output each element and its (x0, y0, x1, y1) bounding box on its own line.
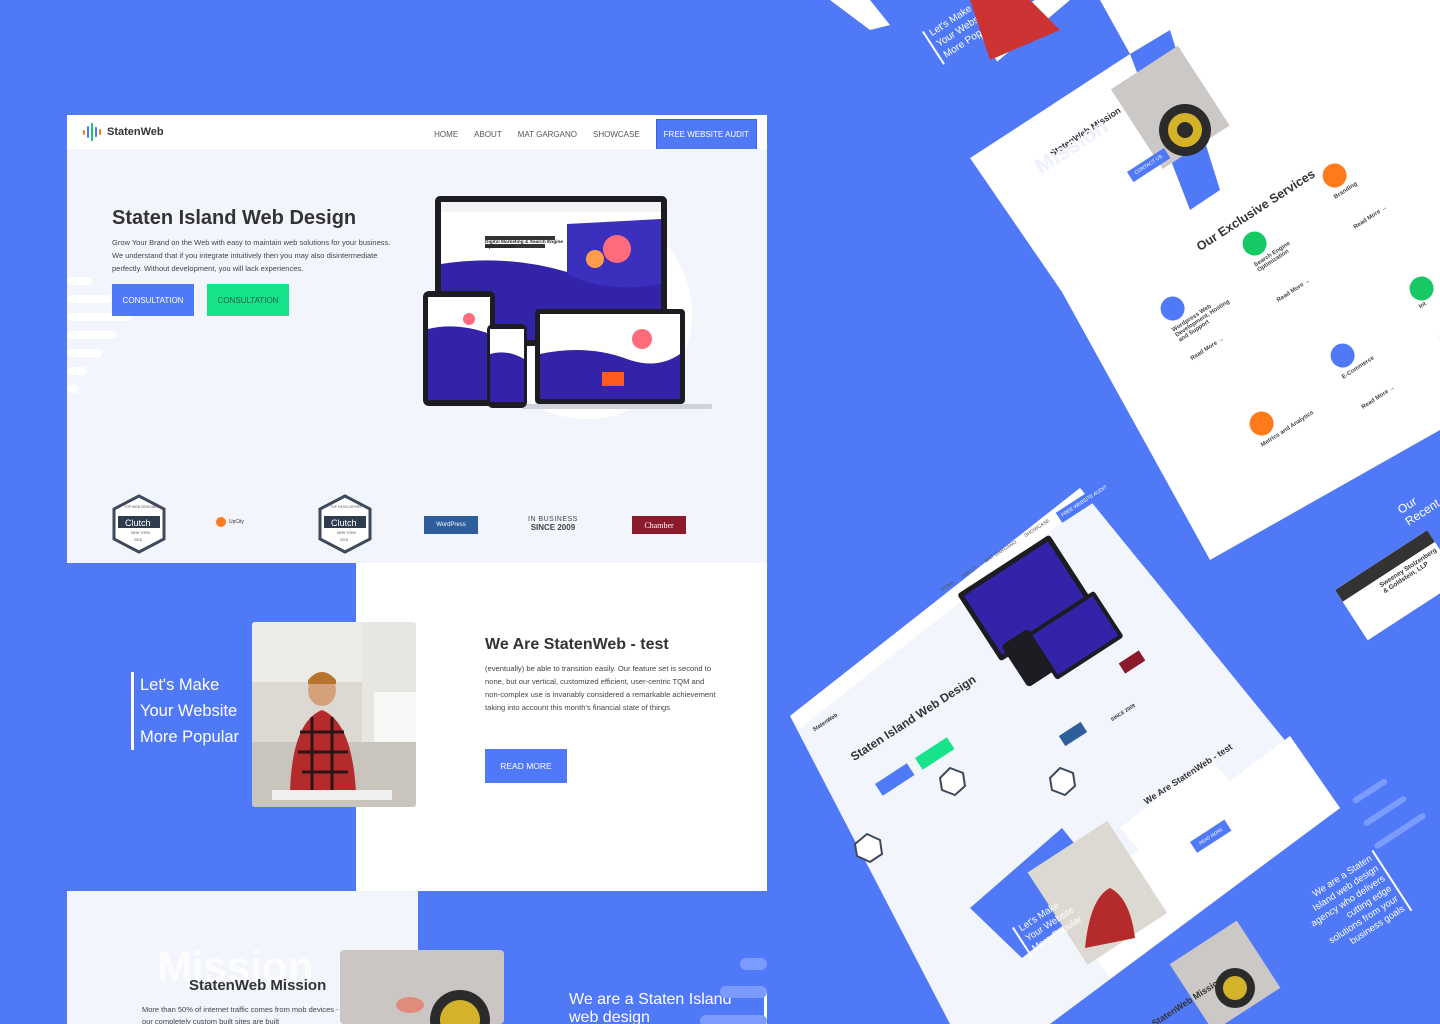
consultation-button-blue[interactable]: CONSULTATION (112, 284, 194, 316)
deco-dash (67, 295, 112, 303)
in-business-badge: IN BUSINESS SINCE 2009 (528, 516, 578, 532)
nav-mat-gargano[interactable]: MAT GARGANO (518, 130, 577, 139)
deco-dash (67, 277, 92, 285)
nav-menu: HOME ABOUT MAT GARGANO SHOWCASE FREE WEB… (434, 119, 757, 150)
clutch-badge-1: TOP WEB DESIGNERS Clutch NEW YORK 2018 (112, 494, 166, 554)
deco-dash (740, 958, 767, 970)
brand-logo[interactable]: StatenWeb (83, 123, 164, 141)
mockup-headline: Digital Marketing & Search Engine Optimi… (485, 240, 564, 250)
deco-dash (67, 385, 79, 393)
free-website-audit-button[interactable]: FREE WEBSITE AUDIT (655, 119, 757, 150)
mission-description: More than 50% of internet traffic comes … (142, 1005, 339, 1024)
office-man-photo (252, 622, 416, 807)
hero-section: Staten Island Web Design Grow Your Brand… (67, 149, 767, 563)
about-description: (eventually) be able to transition easil… (485, 664, 716, 712)
read-more-button[interactable]: READ MORE (485, 749, 567, 783)
nav-home[interactable]: HOME (434, 130, 458, 139)
top-right-page-shapes (830, 0, 1440, 560)
logo-bars-icon (83, 123, 101, 141)
website-mockup: StatenWeb HOME ABOUT MAT GARGANO SHOWCAS… (67, 115, 767, 1024)
nav-about[interactable]: ABOUT (474, 130, 502, 139)
hero-description: Grow Your Brand on the Web with easy to … (112, 238, 391, 273)
upcity-badge: UpCity (216, 517, 244, 527)
devices-mockup-image (423, 196, 712, 419)
deco-dash (720, 986, 767, 998)
clutch-badge-2: TOP DEVELOPERS Clutch NEW YORK 2018 (318, 494, 372, 554)
about-title: We Are StatenWeb - test (485, 636, 669, 653)
brand-name: StatenWeb (107, 126, 164, 138)
top-navbar: StatenWeb HOME ABOUT MAT GARGANO SHOWCAS… (67, 115, 767, 150)
deco-dash (67, 367, 87, 375)
website-popular-quote: Let's Make Your Website More Popular (131, 672, 239, 750)
deco-dash (67, 331, 117, 339)
dartboard-photo (340, 950, 504, 1024)
deco-dash (67, 349, 102, 357)
nav-showcase[interactable]: SHOWCASE (593, 130, 640, 139)
badges-row: TOP WEB DESIGNERS Clutch NEW YORK 2018 U… (112, 494, 712, 554)
about-right-panel (356, 563, 767, 891)
chamber-badge: Chamber (632, 516, 686, 534)
consultation-button-green[interactable]: CONSULTATION (207, 284, 289, 316)
wordpress-badge: WordPress (424, 516, 478, 534)
mission-title: StatenWeb Mission (189, 977, 327, 994)
hero-title: Staten Island Web Design (112, 207, 357, 229)
upcity-icon (216, 517, 226, 527)
deco-dash (700, 1015, 767, 1024)
